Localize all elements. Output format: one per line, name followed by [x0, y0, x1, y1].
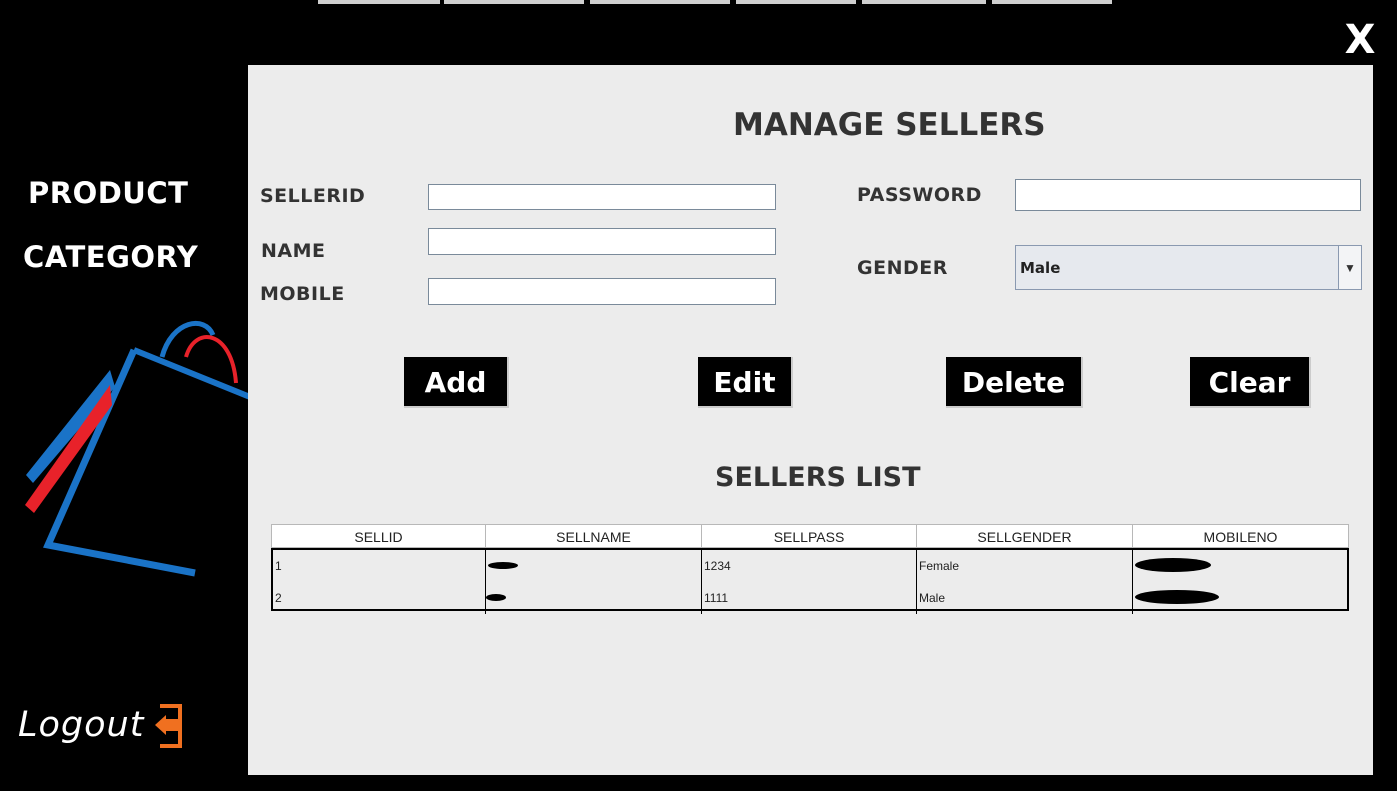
add-button[interactable]: Add: [404, 357, 509, 408]
name-label: NAME: [261, 240, 326, 262]
close-button[interactable]: X: [1340, 18, 1380, 62]
sellers-table: 1 1234 Female 2 1111 Male: [271, 548, 1349, 614]
logout-icon: [155, 704, 183, 748]
cell-mobileno-redacted: [1133, 550, 1347, 582]
chevron-down-icon[interactable]: ▼: [1338, 246, 1361, 289]
sellerid-input[interactable]: [428, 184, 776, 210]
table-row[interactable]: 1 1234 Female: [273, 550, 1347, 582]
gender-selected-value: Male: [1020, 259, 1061, 277]
redaction-mark: [1135, 590, 1219, 604]
page-title: MANAGE SELLERS: [733, 107, 1046, 143]
delete-button[interactable]: Delete: [946, 357, 1083, 408]
cell-sellname-redacted: [486, 550, 702, 582]
edit-button[interactable]: Edit: [698, 357, 793, 408]
sellers-table-header: SELLID SELLNAME SELLPASS SELLGENDER MOBI…: [271, 524, 1349, 548]
table-row[interactable]: 2 1111 Male: [273, 582, 1347, 614]
cell-sellpass: 1111: [702, 582, 917, 614]
logout-button[interactable]: Logout: [18, 700, 186, 750]
gender-label: GENDER: [857, 257, 948, 279]
sellers-list-title: SELLERS LIST: [715, 462, 921, 493]
column-header-sellid[interactable]: SELLID: [271, 524, 486, 548]
nav-product[interactable]: PRODUCT: [28, 176, 188, 210]
mobile-label: MOBILE: [260, 283, 345, 305]
cell-sellid: 2: [273, 582, 486, 614]
column-header-mobileno[interactable]: MOBILENO: [1133, 524, 1349, 548]
redaction-mark: [488, 562, 518, 569]
top-window-strip: [0, 0, 1397, 4]
column-header-sellpass[interactable]: SELLPASS: [702, 524, 917, 548]
logout-label: Logout: [18, 705, 145, 745]
cell-sellgender: Female: [917, 550, 1133, 582]
sellerid-label: SELLERID: [260, 185, 366, 207]
cell-sellpass: 1234: [702, 550, 917, 582]
password-input[interactable]: [1015, 179, 1361, 211]
cell-sellname-redacted: [486, 582, 702, 614]
name-input[interactable]: [428, 228, 776, 255]
column-header-sellgender[interactable]: SELLGENDER: [917, 524, 1133, 548]
password-label: PASSWORD: [857, 184, 982, 206]
redaction-mark: [1135, 558, 1211, 572]
cell-sellid: 1: [273, 550, 486, 582]
manage-sellers-panel: [248, 65, 1373, 775]
mobile-input[interactable]: [428, 278, 776, 305]
cell-mobileno-redacted: [1133, 582, 1347, 614]
column-header-sellname[interactable]: SELLNAME: [486, 524, 702, 548]
cell-sellgender: Male: [917, 582, 1133, 614]
redaction-mark: [486, 594, 506, 601]
shopping-bag-logo-icon: [25, 320, 250, 577]
gender-select[interactable]: Male ▼: [1015, 245, 1362, 290]
clear-button[interactable]: Clear: [1190, 357, 1311, 408]
nav-category[interactable]: CATEGORY: [23, 240, 198, 274]
